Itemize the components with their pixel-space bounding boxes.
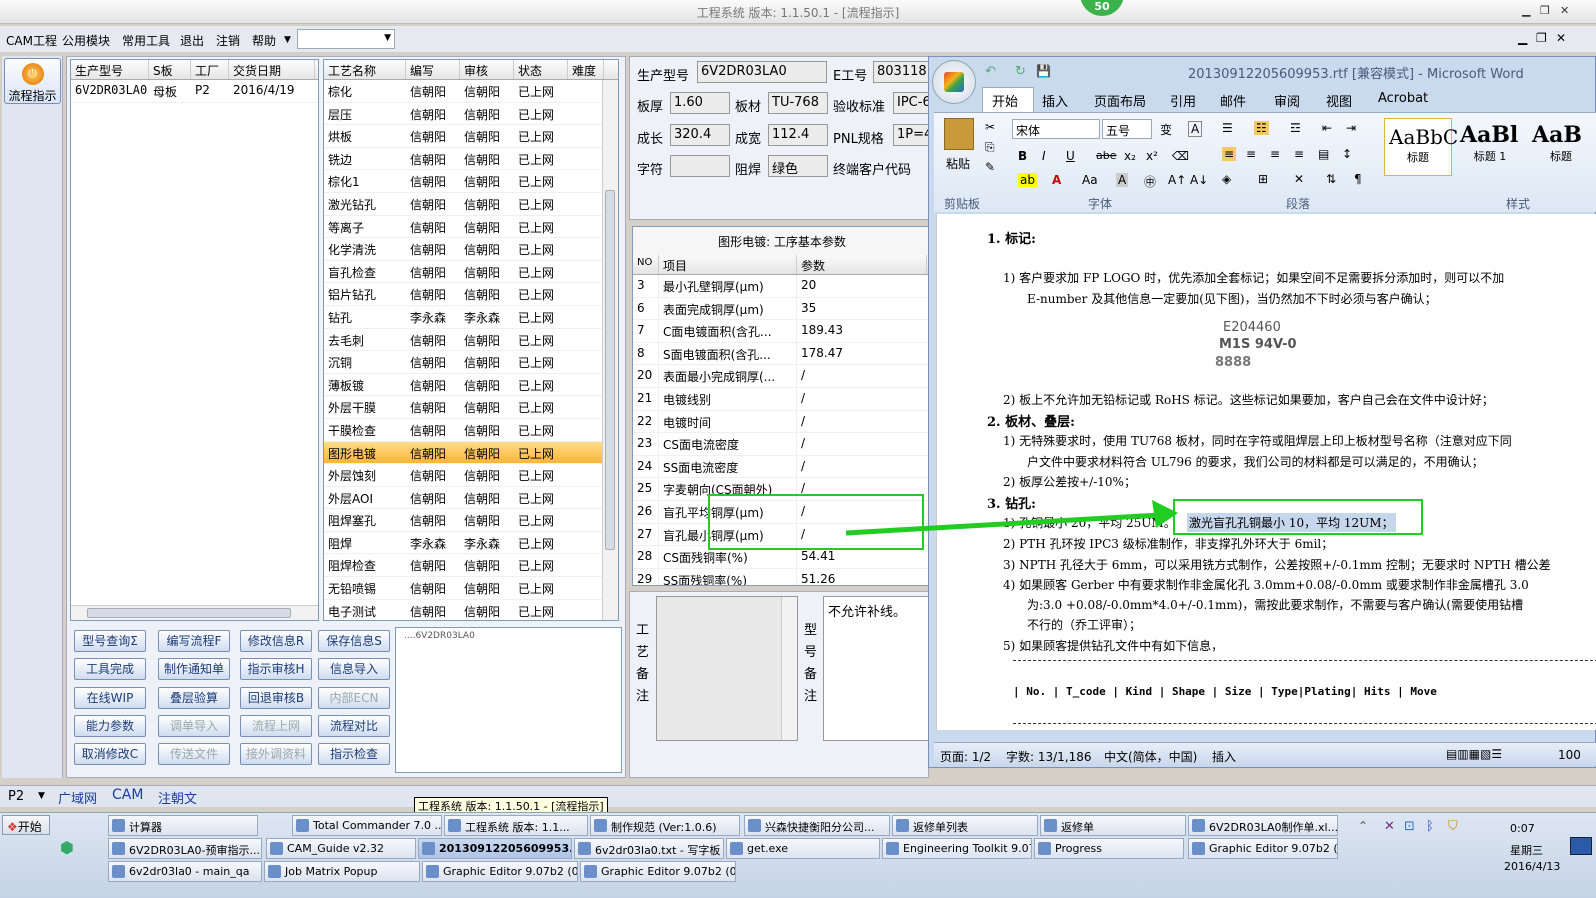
windows-logo-icon: ❖ (7, 820, 18, 834)
app-icon (422, 842, 435, 855)
taskbar-item[interactable]: 工程系统 版本: 1.1... (444, 815, 588, 836)
taskbar-item[interactable]: Job Matrix Popup (264, 861, 420, 882)
taskbar-item[interactable]: Engineering Toolkit 9.07... (882, 838, 1032, 859)
start-button[interactable]: ❖开始 (2, 815, 50, 835)
app-icon (886, 842, 899, 855)
taskbar-item[interactable]: 返修单 (1040, 815, 1186, 836)
annotation-box-right (1173, 499, 1423, 535)
taskbar-item[interactable]: Graphic Editor 9.07b2 (0... (580, 861, 736, 882)
taskbar-item[interactable]: 兴森快捷衡阳分公司... (744, 815, 890, 836)
taskbar-item[interactable]: 6v2dr03la0 - main_qa (108, 861, 262, 882)
taskbar-item[interactable]: get.exe (726, 838, 880, 859)
app-icon (896, 819, 909, 832)
app-icon (448, 819, 461, 832)
taskbar-item[interactable]: Total Commander 7.0 ... (292, 815, 442, 836)
taskbar-item[interactable]: 6V2DR03LA0制作单.xl... (1188, 815, 1338, 836)
clock-day[interactable]: 星期三 (1510, 842, 1543, 858)
show-desktop-icon[interactable] (1570, 837, 1592, 855)
app-icon (270, 842, 283, 855)
shield-icon[interactable]: ⛉ (1448, 819, 1458, 834)
annotation-box-left (708, 494, 924, 550)
app-icon (112, 842, 125, 855)
taskbar-item[interactable]: CAM_Guide v2.32 (266, 838, 416, 859)
taskbar-tooltip: 工程系统 版本: 1.1.50.1 - [流程指示] (414, 797, 608, 813)
tray-expand-icon[interactable]: ⌃ (1358, 819, 1368, 833)
app-icon (578, 842, 591, 855)
taskbar-item[interactable]: 返修单列表 (892, 815, 1038, 836)
taskbar-item[interactable]: 计算器 (108, 815, 258, 836)
quicklaunch-icon[interactable]: ⬢ (60, 838, 74, 857)
annotation-overlay (708, 494, 1423, 550)
app-icon (748, 819, 761, 832)
taskbar-item[interactable]: 制作规范 (Ver:1.0.6) (590, 815, 740, 836)
clock-time[interactable]: 0:07 (1510, 822, 1535, 835)
app-icon (112, 819, 125, 832)
app-icon (1192, 819, 1205, 832)
app-icon (594, 819, 607, 832)
taskbar-item[interactable]: 20130912205609953... (418, 838, 572, 859)
annotation-arrow (845, 512, 1161, 536)
taskbar-item[interactable]: 6V2DR03LA0-预审指示... (108, 838, 262, 859)
taskbar-item[interactable]: 6v2dr03la0.txt - 写字板 (574, 838, 724, 859)
app-icon (296, 819, 309, 832)
bluetooth-icon[interactable]: ᛒ (1426, 819, 1434, 834)
app-icon (1038, 842, 1051, 855)
app-icon (268, 865, 281, 878)
app-icon (1192, 842, 1205, 855)
taskbar-item[interactable]: Graphic Editor 9.07b2 (0... (422, 861, 578, 882)
system-tray: ⌃ ✕ ⊡ ᛒ ⛉ 0:07 星期三 2016/4/13 (1354, 815, 1596, 895)
clock-date[interactable]: 2016/4/13 (1504, 860, 1560, 873)
app-icon (730, 842, 743, 855)
tray-app-icon[interactable]: ✕ (1384, 819, 1395, 834)
app-icon (426, 865, 439, 878)
tray-network-icon[interactable]: ⊡ (1404, 819, 1415, 834)
taskbar-item[interactable]: Progress (1034, 838, 1184, 859)
app-icon (112, 865, 125, 878)
app-icon (1044, 819, 1057, 832)
app-icon (584, 865, 597, 878)
taskbar-item[interactable]: Graphic Editor 9.07b2 (... (1188, 838, 1338, 859)
